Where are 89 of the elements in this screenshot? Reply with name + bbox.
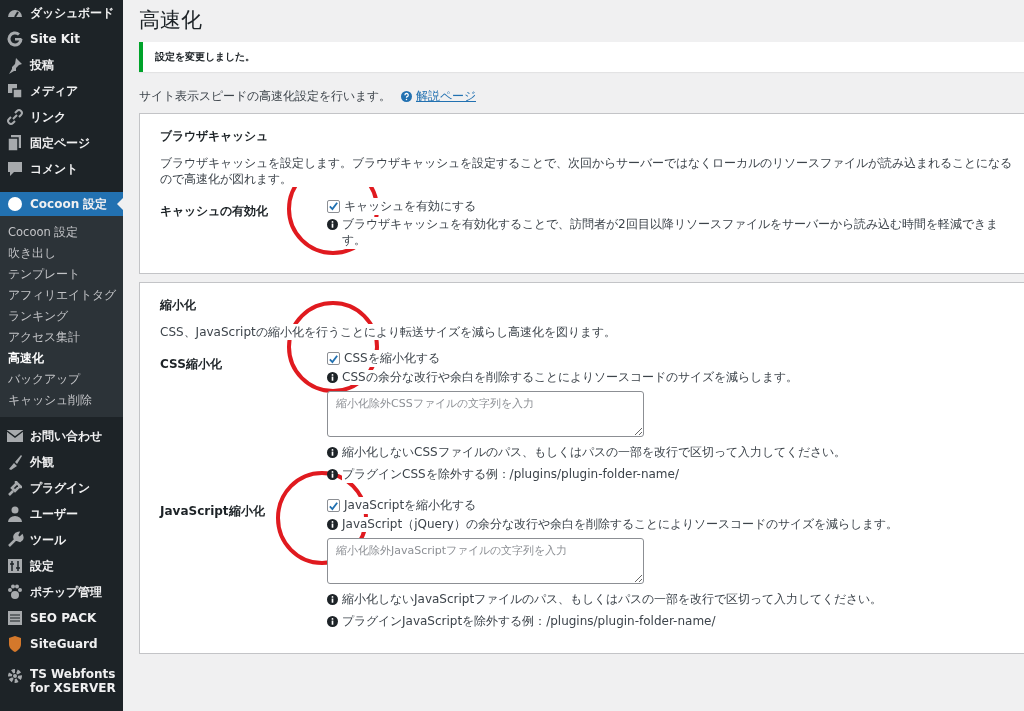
- submenu-item[interactable]: アクセス集計: [0, 327, 123, 348]
- submenu-item[interactable]: アフィリエイトタグ: [0, 285, 123, 306]
- list-icon: [6, 609, 24, 627]
- notice-text: 設定を変更しました。: [155, 50, 255, 64]
- checkbox[interactable]: [327, 499, 340, 513]
- submenu-item[interactable]: ランキング: [0, 306, 123, 327]
- info-icon: [327, 371, 338, 383]
- menu-label: 設定: [30, 557, 54, 575]
- checkbox-label: JavaScriptを縮小化する: [344, 497, 477, 515]
- menu-label: ポチップ管理: [30, 583, 102, 601]
- speech-bubble-icon: [6, 160, 24, 178]
- info-icon: [327, 518, 338, 530]
- sidebar-menu-item[interactable]: メディア: [0, 78, 123, 104]
- sidebar-menu-item[interactable]: ユーザー: [0, 501, 123, 527]
- submenu-item[interactable]: テンプレート: [0, 264, 123, 285]
- sidebar-menu-item[interactable]: ツール: [0, 527, 123, 553]
- sidebar-menu-item[interactable]: TS Webfonts for XSERVER: [0, 663, 123, 707]
- menu-label: SEO PACK: [30, 611, 97, 625]
- checkbox[interactable]: [327, 352, 340, 366]
- menu-label: Site Kit: [30, 32, 80, 46]
- guide-link[interactable]: 解説ページ: [416, 88, 476, 105]
- setting-label: JavaScript縮小化: [160, 503, 265, 518]
- pushpin-icon: [6, 56, 24, 74]
- menu-label: 投稿: [30, 56, 54, 74]
- shield-icon: [6, 635, 24, 653]
- sidebar-menu-item[interactable]: コメント: [0, 156, 123, 182]
- menu-label: お問い合わせ: [30, 427, 102, 445]
- note-text: プラグインJavaScriptを除外する例：/plugins/plugin-folder-name/: [342, 613, 716, 630]
- sidebar-menu-item[interactable]: 外観: [0, 449, 123, 475]
- submenu-item[interactable]: 吹き出し: [0, 243, 123, 264]
- menu-label: 固定ページ: [30, 134, 90, 152]
- sidebar-menu-item[interactable]: SiteGuard: [0, 631, 123, 657]
- submenu-item[interactable]: 高速化: [0, 348, 123, 369]
- setting-label: キャッシュの有効化: [160, 204, 268, 219]
- checkbox[interactable]: [327, 199, 340, 213]
- submenu-item[interactable]: バックアップ: [0, 369, 123, 390]
- checkbox-label: キャッシュを有効にする: [344, 197, 476, 215]
- plug-icon: [6, 479, 24, 497]
- info-icon: [327, 447, 338, 459]
- menu-label: プラグイン: [30, 479, 90, 497]
- setting-label: CSS縮小化: [160, 356, 222, 371]
- envelope-icon: [6, 427, 24, 445]
- exclude-textarea[interactable]: 縮小化除外JavaScriptファイルの文字列を入力: [327, 538, 644, 585]
- wrench-icon: [6, 531, 24, 549]
- section-description: ブラウザキャッシュを設定します。ブラウザキャッシュを設定することで、次回からサーバーではなくローカルのリソースファイルが読み込まれることになるので高速化が図れます。: [160, 155, 1014, 188]
- sliders-icon: [6, 557, 24, 575]
- sidebar-menu-item[interactable]: リンク: [0, 104, 123, 130]
- menu-label: メディア: [30, 82, 78, 100]
- exclude-textarea[interactable]: 縮小化除外CSSファイルの文字列を入力: [327, 391, 644, 438]
- submenu-item[interactable]: キャッシュ削除: [0, 390, 123, 411]
- sidebar-menu-item[interactable]: 固定ページ: [0, 130, 123, 156]
- menu-label: リンク: [30, 108, 66, 126]
- sidebar-menu-item[interactable]: 設定: [0, 553, 123, 579]
- info-icon: [327, 219, 338, 231]
- sidebar-menu-item[interactable]: Site Kit: [0, 26, 123, 52]
- user-icon: [6, 505, 24, 523]
- info-icon: [327, 594, 338, 606]
- sidebar-menu-item[interactable]: ダッシュボード: [0, 0, 123, 26]
- menu-label: 外観: [30, 453, 54, 471]
- sidebar-menu-item[interactable]: プラグイン: [0, 475, 123, 501]
- menu-label: SiteGuard: [30, 637, 98, 651]
- sidebar-menu-item[interactable]: ポチップ管理: [0, 579, 123, 605]
- pages-icon: [6, 134, 24, 152]
- info-icon: [327, 468, 338, 480]
- menu-label: ツール: [30, 531, 66, 549]
- menu-label: TS Webfonts for XSERVER: [30, 667, 117, 695]
- checkbox-label: CSSを縮小化する: [344, 350, 440, 368]
- circle-icon: [6, 195, 24, 213]
- section-title: ブラウザキャッシュ: [160, 128, 269, 145]
- page-title: 高速化: [139, 7, 203, 34]
- intro-text: サイト表示スピードの高速化設定を行います。: [139, 88, 391, 105]
- menu-label: Cocoon 設定: [30, 195, 108, 213]
- menu-label: ダッシュボード: [30, 4, 114, 22]
- section-title: 縮小化: [160, 296, 197, 314]
- info-icon: [327, 615, 338, 627]
- sidebar-menu-item[interactable]: Cocoon 設定: [0, 192, 123, 216]
- menu-label: ユーザー: [30, 505, 78, 523]
- letter-g-icon: [6, 30, 24, 48]
- sidebar-menu-item[interactable]: 投稿: [0, 52, 123, 78]
- paw-icon: [6, 583, 24, 601]
- media-icon: [6, 82, 24, 100]
- sidebar-menu-item[interactable]: SEO PACK: [0, 605, 123, 631]
- brush-icon: [6, 453, 24, 471]
- menu-label: コメント: [30, 160, 78, 178]
- sidebar-menu-item[interactable]: お問い合わせ: [0, 423, 123, 449]
- link-icon: [6, 108, 24, 126]
- submenu-item[interactable]: Cocoon 設定: [0, 222, 123, 243]
- note-text: プラグインCSSを除外する例：/plugins/plugin-folder-name/: [342, 466, 679, 483]
- help-icon: [401, 91, 412, 102]
